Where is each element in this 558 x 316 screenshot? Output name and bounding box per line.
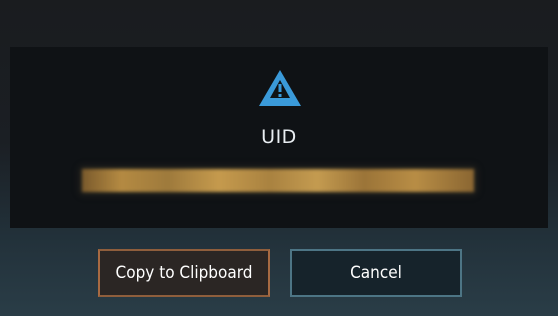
copy-to-clipboard-button[interactable]: Copy to Clipboard bbox=[98, 249, 270, 297]
dialog-title: UID bbox=[261, 126, 297, 148]
cancel-button[interactable]: Cancel bbox=[290, 249, 462, 297]
uid-value-redacted bbox=[82, 169, 474, 192]
warning-triangle-icon bbox=[259, 70, 301, 106]
